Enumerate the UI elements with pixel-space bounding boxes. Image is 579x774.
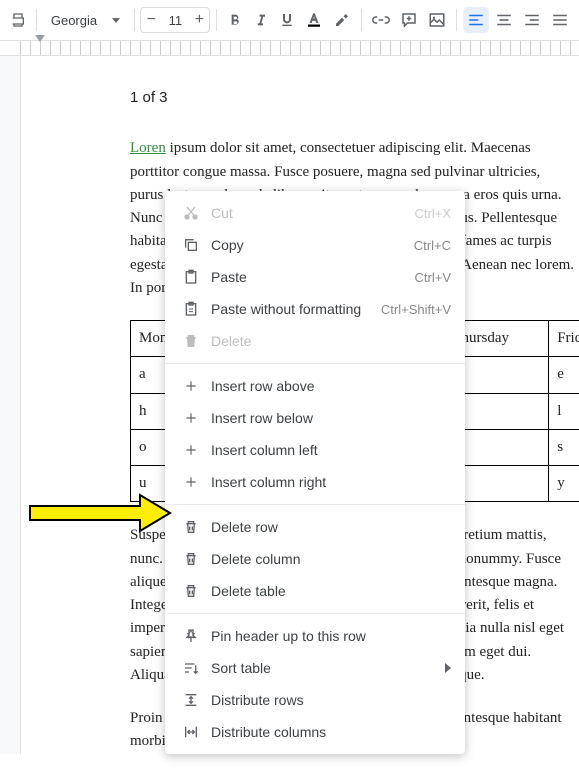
submenu-arrow-icon bbox=[445, 660, 451, 676]
plus-icon bbox=[179, 475, 203, 489]
menu-pin-header[interactable]: Pin header up to this row bbox=[165, 620, 465, 652]
menu-delete-row[interactable]: Delete row bbox=[165, 511, 465, 543]
menu-cut[interactable]: CutCtrl+X bbox=[165, 197, 465, 229]
font-family-value: Georgia bbox=[51, 13, 97, 28]
trash-icon bbox=[179, 333, 203, 349]
trash-icon bbox=[179, 583, 203, 599]
align-left-button[interactable] bbox=[463, 7, 489, 33]
outline-gutter bbox=[0, 56, 21, 754]
font-size-stepper[interactable]: − 11 + bbox=[140, 7, 210, 33]
font-size-plus[interactable]: + bbox=[189, 12, 209, 28]
text-color-button[interactable] bbox=[301, 7, 327, 33]
menu-insert-col-left[interactable]: Insert column left bbox=[165, 434, 465, 466]
separator bbox=[216, 9, 217, 31]
separator bbox=[134, 9, 135, 31]
align-center-button[interactable] bbox=[491, 7, 517, 33]
menu-distribute-rows[interactable]: Distribute rows bbox=[165, 684, 465, 716]
menu-paste[interactable]: PasteCtrl+V bbox=[165, 261, 465, 293]
pin-icon bbox=[179, 628, 203, 644]
menu-insert-col-right[interactable]: Insert column right bbox=[165, 466, 465, 498]
menu-separator bbox=[165, 504, 465, 505]
trash-icon bbox=[179, 519, 203, 535]
trash-icon bbox=[179, 551, 203, 567]
insert-image-button[interactable] bbox=[424, 7, 450, 33]
separator bbox=[361, 9, 362, 31]
copy-icon bbox=[179, 237, 203, 253]
table-header[interactable]: Friday bbox=[549, 321, 579, 357]
italic-button[interactable] bbox=[249, 7, 273, 33]
highlight-color-button[interactable] bbox=[329, 7, 355, 33]
menu-separator bbox=[165, 613, 465, 614]
plus-icon bbox=[179, 411, 203, 425]
separator bbox=[36, 9, 37, 31]
font-size-value[interactable]: 11 bbox=[161, 13, 189, 28]
sort-icon bbox=[179, 660, 203, 676]
page-indicator: 1 of 3 bbox=[130, 86, 575, 109]
table-context-menu: CutCtrl+X CopyCtrl+C PasteCtrl+V Paste w… bbox=[165, 191, 465, 754]
menu-distribute-cols[interactable]: Distribute columns bbox=[165, 716, 465, 748]
distribute-rows-icon bbox=[179, 692, 203, 708]
underline-button[interactable] bbox=[275, 7, 299, 33]
formatting-toolbar: Georgia − 11 + bbox=[0, 0, 579, 41]
align-right-button[interactable] bbox=[519, 7, 545, 33]
menu-paste-no-format[interactable]: Paste without formattingCtrl+Shift+V bbox=[165, 293, 465, 325]
font-family-dropdown[interactable]: Georgia bbox=[43, 7, 128, 33]
menu-copy[interactable]: CopyCtrl+C bbox=[165, 229, 465, 261]
callout-arrow bbox=[25, 493, 175, 533]
menu-separator bbox=[165, 363, 465, 364]
insert-link-button[interactable] bbox=[368, 7, 394, 33]
ruler[interactable] bbox=[0, 41, 579, 56]
paste-icon bbox=[179, 269, 203, 285]
menu-insert-row-below[interactable]: Insert row below bbox=[165, 402, 465, 434]
bold-button[interactable] bbox=[223, 7, 247, 33]
separator bbox=[456, 9, 457, 31]
cut-icon bbox=[179, 205, 203, 221]
distribute-cols-icon bbox=[179, 724, 203, 740]
menu-sort-table[interactable]: Sort table bbox=[165, 652, 465, 684]
print-button[interactable] bbox=[6, 7, 30, 33]
menu-delete[interactable]: Delete bbox=[165, 325, 465, 357]
font-size-minus[interactable]: − bbox=[141, 12, 161, 28]
add-comment-button[interactable] bbox=[396, 7, 422, 33]
paste-plain-icon bbox=[179, 301, 203, 317]
menu-delete-table[interactable]: Delete table bbox=[165, 575, 465, 607]
plus-icon bbox=[179, 379, 203, 393]
lorem-link[interactable]: Loren bbox=[130, 140, 166, 156]
indent-marker[interactable] bbox=[35, 35, 45, 42]
chevron-down-icon bbox=[112, 18, 120, 23]
align-justify-button[interactable] bbox=[547, 7, 573, 33]
plus-icon bbox=[179, 443, 203, 457]
menu-insert-row-above[interactable]: Insert row above bbox=[165, 370, 465, 402]
menu-delete-column[interactable]: Delete column bbox=[165, 543, 465, 575]
